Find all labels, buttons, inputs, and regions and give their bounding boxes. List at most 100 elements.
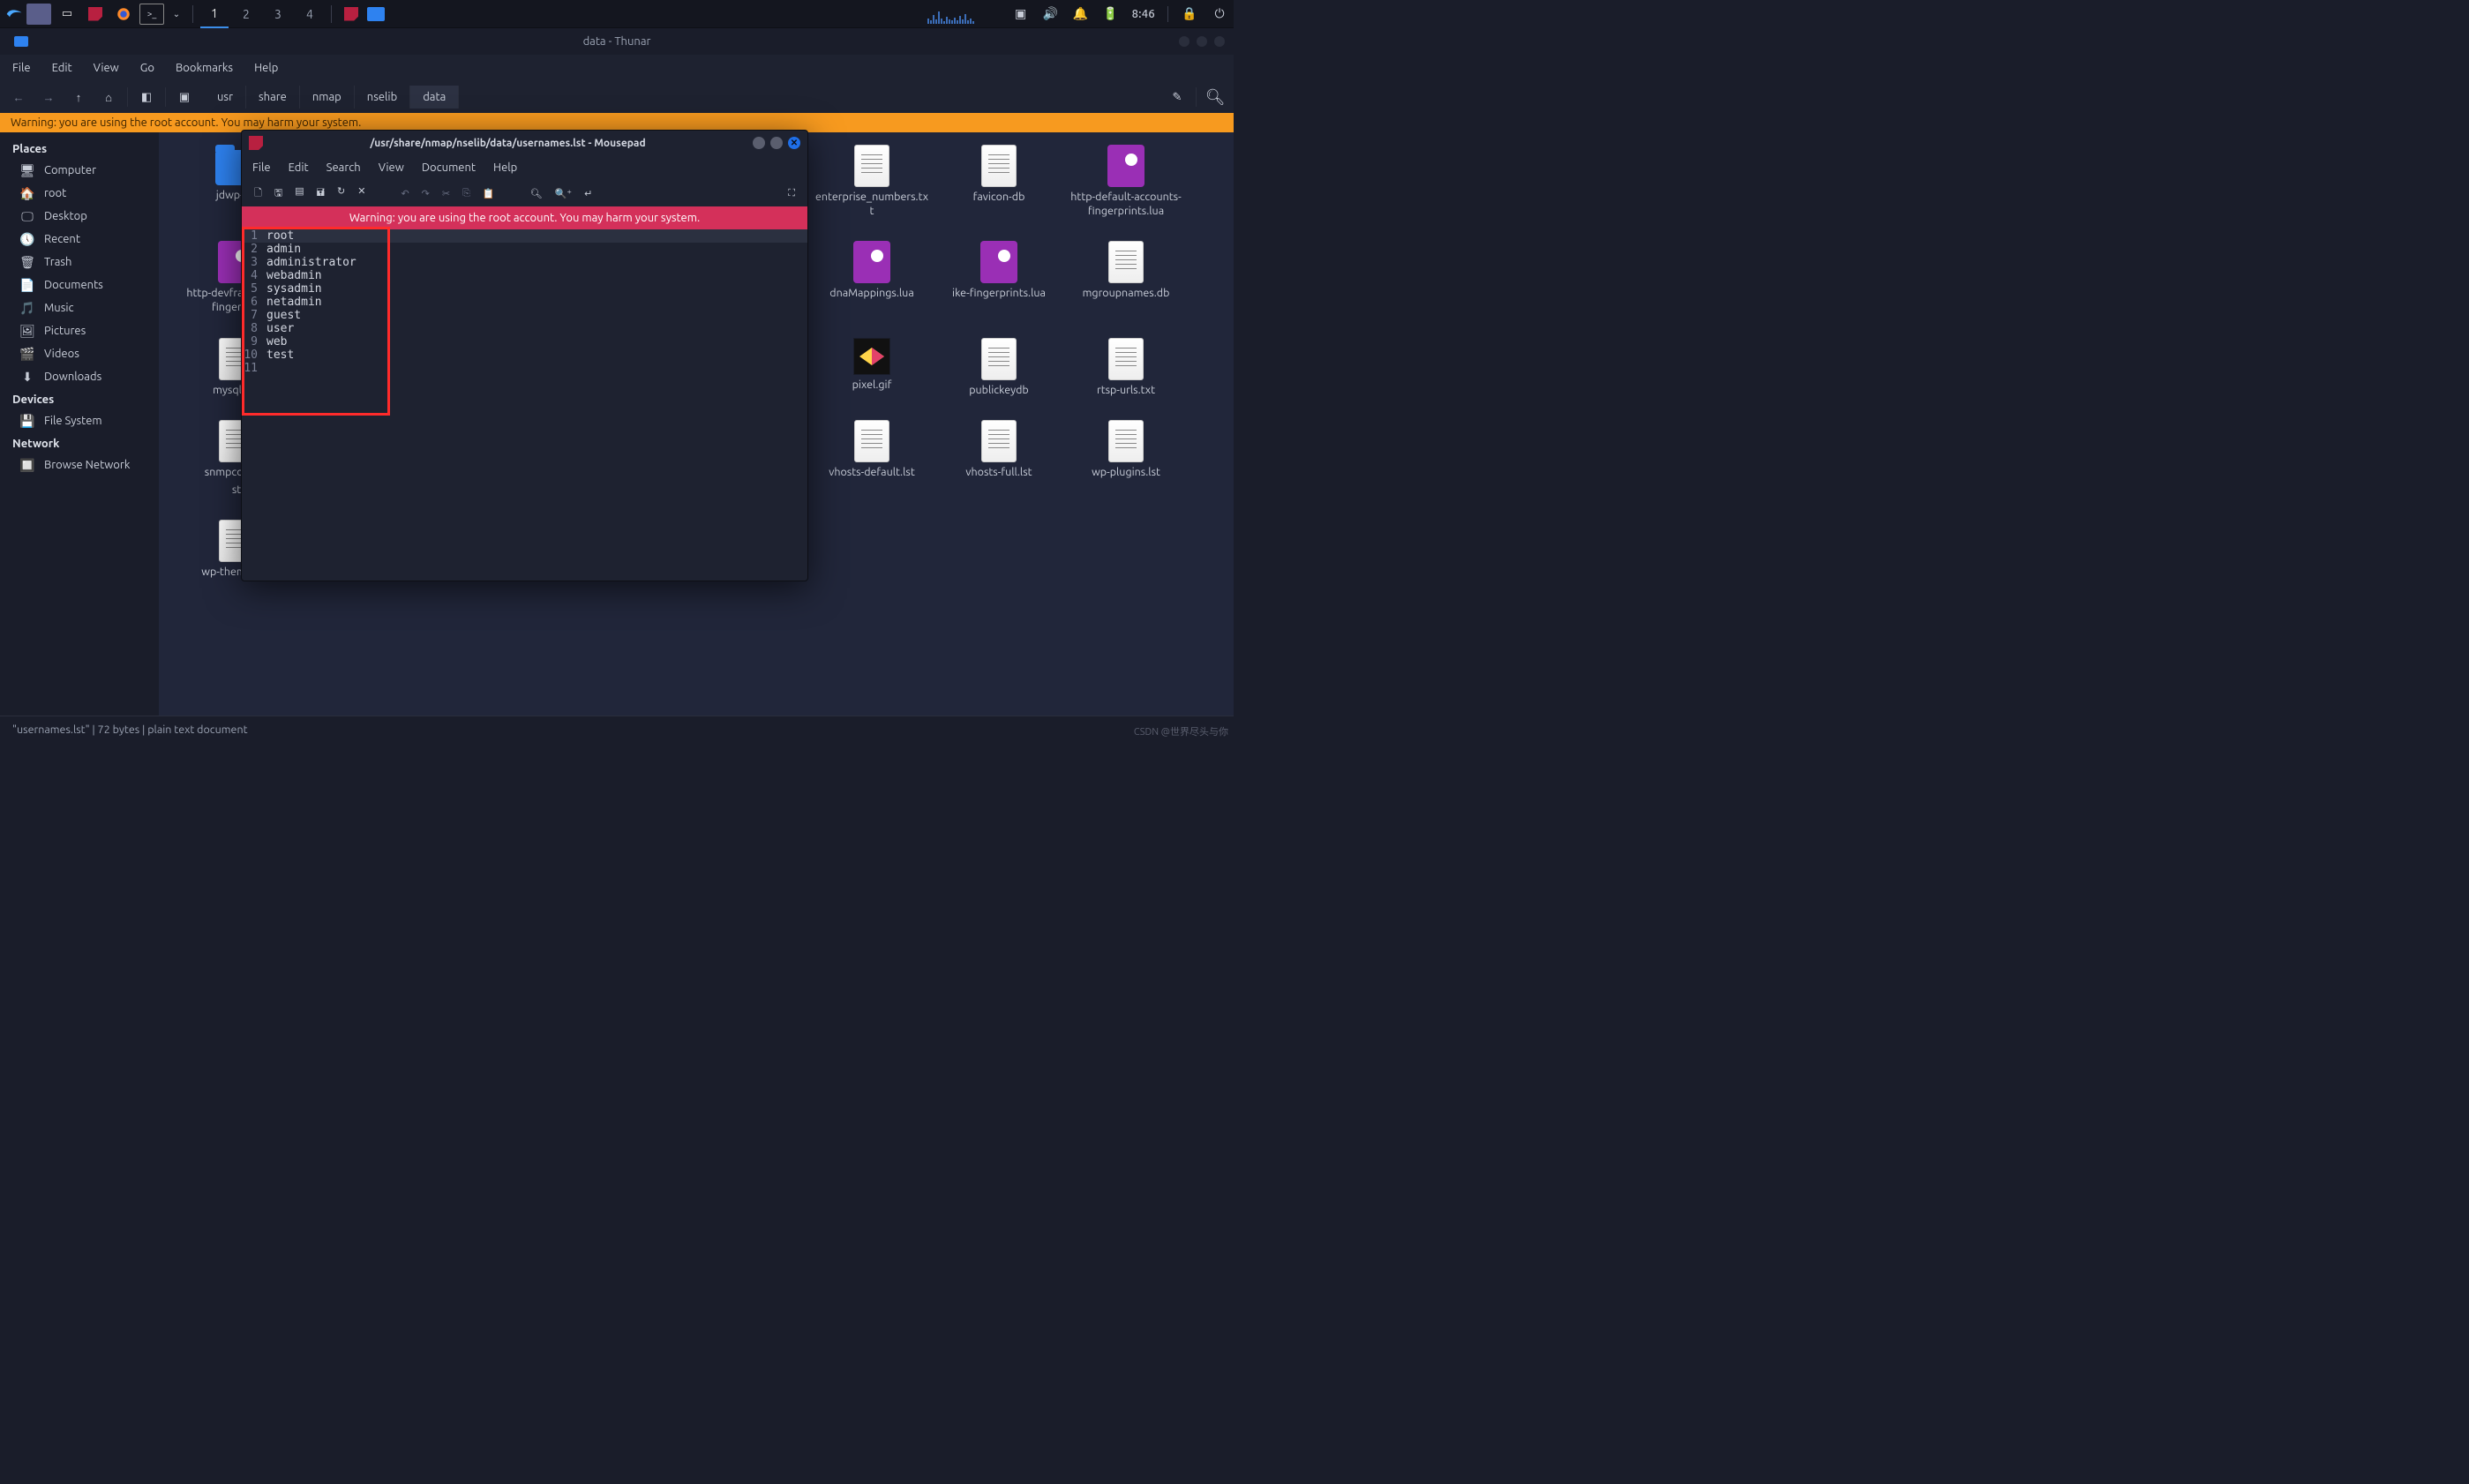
notifications-icon[interactable]: 🔔 <box>1072 5 1090 23</box>
editor-line[interactable]: 7guest <box>242 309 807 322</box>
file-item[interactable]: http-default-accounts-fingerprints.lua <box>1064 141 1188 221</box>
mousepad-titlebar[interactable]: /usr/share/nmap/nselib/data/usernames.ls… <box>242 131 807 155</box>
crumb-nmap[interactable]: nmap <box>300 86 355 109</box>
sidebar-item[interactable]: 💾File System <box>0 409 159 432</box>
editor-line[interactable]: 2admin <box>242 243 807 256</box>
mp-cut-icon[interactable]: ✂ <box>442 188 450 199</box>
mp-close[interactable]: ✕ <box>788 137 800 149</box>
power-icon[interactable]: ⏻ <box>1211 5 1228 23</box>
file-item[interactable]: enterprise_numbers.txt <box>810 141 934 221</box>
home-button[interactable]: ⌂ <box>95 84 122 110</box>
battery-icon[interactable]: 🔋 <box>1102 5 1120 23</box>
mousepad-window[interactable]: /usr/share/nmap/nselib/data/usernames.ls… <box>241 130 808 581</box>
mp-redo-icon[interactable]: ↷ <box>422 188 430 199</box>
sidebar-item[interactable]: 🎵Music <box>0 296 159 319</box>
editor-line[interactable]: 10test <box>242 349 807 362</box>
clock[interactable]: 8:46 <box>1132 8 1155 20</box>
mp-reload-icon[interactable]: ↻ <box>337 185 345 202</box>
sidebar-item[interactable]: 🗑Trash <box>0 251 159 274</box>
mp-undo-icon[interactable]: ↶ <box>401 188 409 199</box>
min-dot[interactable] <box>1179 36 1189 47</box>
file-item[interactable]: wp-plugins.lst <box>1064 416 1188 500</box>
menu-view[interactable]: View <box>94 62 119 74</box>
crumb-usr[interactable]: usr <box>205 86 246 109</box>
running-editor-icon[interactable] <box>339 4 364 25</box>
sidebar-item[interactable]: 🏠root <box>0 182 159 205</box>
menu-bookmarks[interactable]: Bookmarks <box>176 62 233 74</box>
mp-max[interactable] <box>770 137 783 149</box>
close-dot[interactable] <box>1214 36 1225 47</box>
root-crumb-icon[interactable]: ▣ <box>171 84 198 110</box>
up-button[interactable]: ↑ <box>65 84 92 110</box>
sidebar-item[interactable]: 🖥Computer <box>0 159 159 182</box>
sidebar-item[interactable]: 🖼Pictures <box>0 319 159 342</box>
mp-saveall-icon[interactable]: ▤ <box>295 185 304 202</box>
mp-menu-file[interactable]: File <box>252 161 271 174</box>
workspace-4[interactable]: 4 <box>296 0 324 28</box>
editor-line[interactable]: 4webadmin <box>242 269 807 282</box>
mp-find-icon[interactable]: 🔍︎ <box>530 188 543 199</box>
sidebar-item[interactable]: 🕔Recent <box>0 228 159 251</box>
file-item[interactable]: vhosts-full.lst <box>937 416 1061 500</box>
mp-menu-search[interactable]: Search <box>326 161 361 174</box>
editor-line[interactable]: 11 <box>242 362 807 375</box>
file-item[interactable]: ike-fingerprints.lua <box>937 237 1061 318</box>
menu-help[interactable]: Help <box>254 62 278 74</box>
file-item[interactable]: rtsp-urls.txt <box>1064 334 1188 401</box>
editor-body[interactable]: 1root2admin3administrator4webadmin5sysad… <box>242 229 807 581</box>
mp-new-icon[interactable]: 🗋 <box>254 185 262 202</box>
system-monitor-graph[interactable] <box>903 4 1000 24</box>
display-icon[interactable]: ▣ <box>1012 5 1030 23</box>
mp-copy-icon[interactable]: ⎘ <box>462 188 470 199</box>
thunar-titlebar[interactable]: data - Thunar <box>0 28 1234 55</box>
crumb-share[interactable]: share <box>246 86 300 109</box>
file-item[interactable]: dnaMappings.lua <box>810 237 934 318</box>
mp-menu-document[interactable]: Document <box>422 161 476 174</box>
menu-go[interactable]: Go <box>140 62 154 74</box>
new-window-button[interactable]: ◧ <box>133 84 160 110</box>
search-button[interactable]: 🔍︎ <box>1202 84 1228 110</box>
mp-replace-icon[interactable]: 🔍⁺ <box>555 188 573 199</box>
mp-save-icon[interactable]: 🖫 <box>274 185 282 202</box>
mp-saveas-icon[interactable]: 🖬 <box>317 185 325 202</box>
editor-line[interactable]: 3administrator <box>242 256 807 269</box>
workspace-3[interactable]: 3 <box>264 0 292 28</box>
volume-icon[interactable]: 🔊 <box>1042 5 1060 23</box>
file-item[interactable]: favicon-db <box>937 141 1061 221</box>
mp-menu-help[interactable]: Help <box>493 161 517 174</box>
file-item[interactable]: vhosts-default.lst <box>810 416 934 500</box>
mp-fullscreen-icon[interactable]: ⛶ <box>788 188 795 199</box>
menu-edit[interactable]: Edit <box>52 62 72 74</box>
kali-menu-icon[interactable] <box>5 5 23 23</box>
editor-line[interactable]: 8user <box>242 322 807 335</box>
editor-line[interactable]: 9web <box>242 335 807 349</box>
running-files-icon[interactable] <box>367 7 385 21</box>
sidebar-item[interactable]: ⬇Downloads <box>0 365 159 388</box>
mp-paste-icon[interactable]: 📋 <box>483 188 495 199</box>
mp-min[interactable] <box>753 137 765 149</box>
editor-line[interactable]: 6netadmin <box>242 296 807 309</box>
edit-path-button[interactable]: ✎ <box>1164 84 1190 110</box>
forward-button[interactable]: → <box>35 84 62 110</box>
editor-line[interactable]: 5sysadmin <box>242 282 807 296</box>
max-dot[interactable] <box>1197 36 1207 47</box>
menu-file[interactable]: File <box>12 62 31 74</box>
mp-close-file-icon[interactable]: ✕ <box>357 185 365 202</box>
crumb-nselib[interactable]: nselib <box>355 86 410 109</box>
taskbar-dropdown-icon[interactable]: ⌄ <box>168 5 185 23</box>
taskbar-firefox-icon[interactable] <box>111 4 136 25</box>
mp-menu-view[interactable]: View <box>379 161 404 174</box>
taskbar-terminal-icon[interactable]: >_ <box>139 4 164 25</box>
file-item[interactable]: publickeydb <box>937 334 1061 401</box>
file-item[interactable]: mgroupnames.db <box>1064 237 1188 318</box>
mp-menu-edit[interactable]: Edit <box>289 161 309 174</box>
sidebar-item[interactable]: 🖵Desktop <box>0 205 159 228</box>
file-item[interactable]: pixel.gif <box>810 334 934 401</box>
taskbar-editor-icon[interactable] <box>83 4 108 25</box>
workspace-2[interactable]: 2 <box>232 0 260 28</box>
workspace-1[interactable]: 1 <box>200 0 229 28</box>
taskbar-app-1[interactable] <box>26 4 51 25</box>
sidebar-item[interactable]: 📄Documents <box>0 274 159 296</box>
taskbar-files-icon[interactable]: ▭ <box>55 4 79 25</box>
sidebar-item[interactable]: 🎬Videos <box>0 342 159 365</box>
